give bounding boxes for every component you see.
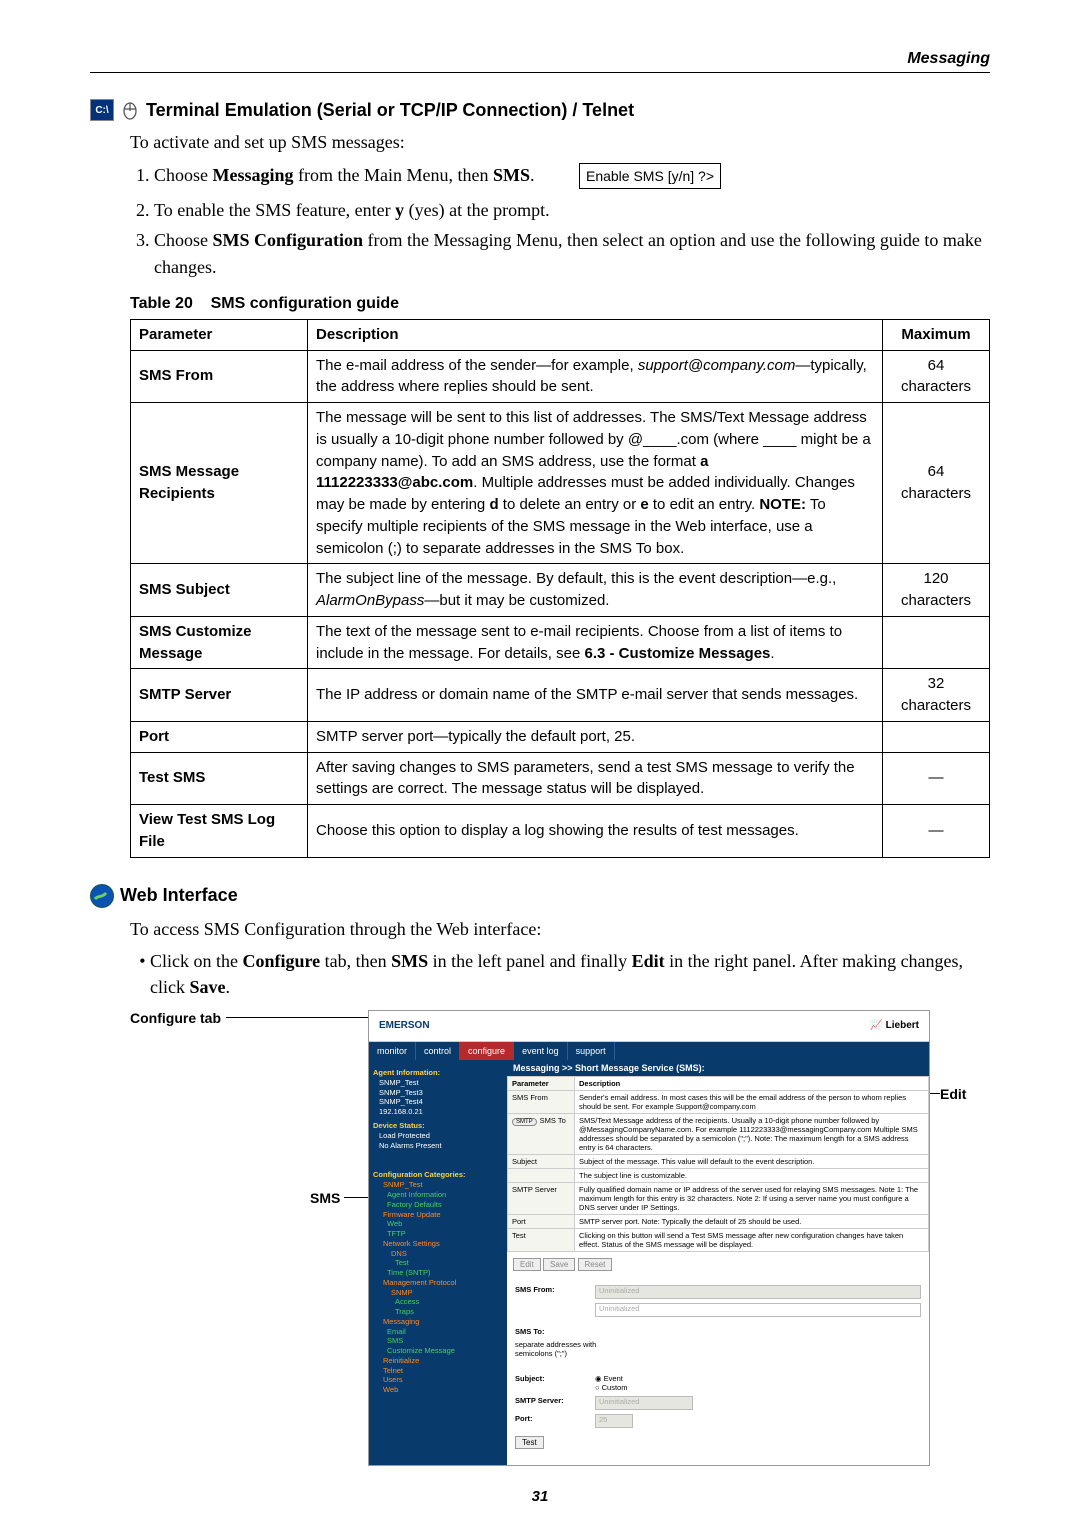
- section-terminal-body: To activate and set up SMS messages: Cho…: [130, 129, 990, 858]
- web-bullet: Click on the Configure tab, then SMS in …: [150, 948, 990, 1000]
- table-row: SMS Message RecipientsThe message will b…: [131, 403, 990, 564]
- table-row: PortSMTP server port—typically the defau…: [131, 721, 990, 752]
- test-button[interactable]: Test: [515, 1436, 544, 1449]
- save-button[interactable]: Save: [543, 1258, 575, 1271]
- figure-web-screenshot: Configure tab SMS Edit EMERSON 📈 Liebert…: [130, 1010, 990, 1470]
- sms-config-table: Parameter Description Maximum SMS FromTh…: [130, 319, 990, 858]
- sidebar-item-factory[interactable]: Factory Defaults: [387, 1200, 503, 1210]
- port-input[interactable]: 25: [595, 1414, 633, 1428]
- sidebar-item-agentinfo[interactable]: Agent Information: [387, 1190, 503, 1200]
- callout-configure-tab: Configure tab: [130, 1010, 221, 1026]
- cmd-icon: C:\: [90, 99, 114, 121]
- page-header: Messaging: [90, 50, 990, 73]
- table-row: Test SMSAfter saving changes to SMS para…: [131, 752, 990, 805]
- sms-from-input[interactable]: Uninitialized: [595, 1285, 921, 1299]
- tab-eventlog[interactable]: event log: [514, 1042, 568, 1060]
- section-web-title: Web Interface: [120, 885, 238, 906]
- logo-liebert: 📈 Liebert: [870, 1020, 919, 1031]
- sidebar-item-mgmt[interactable]: Management Protocol: [383, 1278, 503, 1288]
- webui-desc-table: ParameterDescriptionSMS FromSender's ema…: [507, 1076, 929, 1252]
- mouse-icon: [120, 100, 140, 120]
- webui-sidebar: Agent Information: SNMP_Test SNMP_Test3 …: [369, 1060, 507, 1465]
- sidebar-item-sms[interactable]: SMS: [387, 1336, 503, 1346]
- table-caption: Table 20 SMS configuration guide: [130, 292, 990, 315]
- tab-control[interactable]: control: [416, 1042, 460, 1060]
- edit-button[interactable]: Edit: [513, 1258, 541, 1271]
- table-row: SMTP ServerThe IP address or domain name…: [131, 669, 990, 722]
- logo-emerson: EMERSON: [379, 1020, 430, 1031]
- reset-button[interactable]: Reset: [578, 1258, 613, 1271]
- sidebar-item-messaging[interactable]: Messaging: [383, 1317, 503, 1327]
- sidebar-item-snmptest[interactable]: SNMP_Test: [383, 1180, 503, 1190]
- terminal-intro: To activate and set up SMS messages:: [130, 129, 990, 155]
- sidebar-item-network[interactable]: Network Settings: [383, 1239, 503, 1249]
- tab-monitor[interactable]: monitor: [369, 1042, 416, 1060]
- page-number: 31: [90, 1488, 990, 1505]
- webui-breadcrumb: Messaging >> Short Message Service (SMS)…: [507, 1060, 929, 1076]
- th-parameter: Parameter: [131, 319, 308, 350]
- code-prompt: Enable SMS [y/n] ?>: [579, 163, 721, 189]
- webui-form: SMS From:Uninitialized Uninitialized SMS…: [507, 1277, 929, 1465]
- tab-configure[interactable]: configure: [460, 1042, 514, 1060]
- step-1: Choose Messaging from the Main Menu, the…: [154, 159, 990, 193]
- webui-panel: EMERSON 📈 Liebert monitor control config…: [368, 1010, 930, 1466]
- th-maximum: Maximum: [883, 319, 990, 350]
- smtp-input[interactable]: Uninitialized: [595, 1396, 693, 1410]
- step-3: Choose SMS Configuration from the Messag…: [154, 227, 990, 279]
- th-description: Description: [308, 319, 883, 350]
- tab-support[interactable]: support: [568, 1042, 615, 1060]
- globe-icon: [90, 884, 114, 908]
- section-terminal-title: Terminal Emulation (Serial or TCP/IP Con…: [146, 100, 634, 121]
- webui-tabs: monitor control configure event log supp…: [369, 1042, 929, 1060]
- table-row: SMS SubjectThe subject line of the messa…: [131, 564, 990, 617]
- sidebar-item-firmware[interactable]: Firmware Update: [383, 1210, 503, 1220]
- table-row: SMS Customize MessageThe text of the mes…: [131, 616, 990, 669]
- callout-sms: SMS: [310, 1190, 340, 1206]
- section-terminal-heading: C:\ Terminal Emulation (Serial or TCP/IP…: [90, 99, 990, 121]
- step-2: To enable the SMS feature, enter y (yes)…: [154, 197, 990, 223]
- section-web-heading: Web Interface: [90, 884, 990, 908]
- table-row: SMS FromThe e-mail address of the sender…: [131, 350, 990, 403]
- web-intro: To access SMS Configuration through the …: [130, 916, 990, 942]
- callout-edit: Edit: [940, 1086, 966, 1102]
- table-row: View Test SMS Log FileChoose this option…: [131, 805, 990, 858]
- section-web-body: To access SMS Configuration through the …: [130, 916, 990, 1000]
